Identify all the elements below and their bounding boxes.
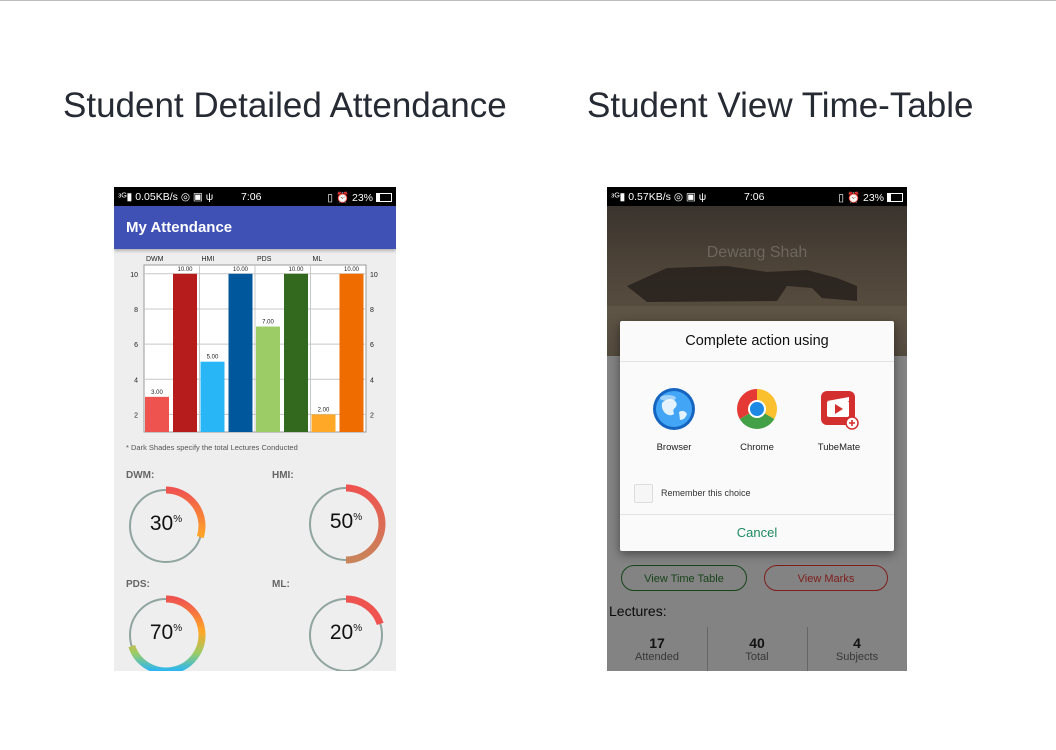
bar-value-label: 3.00 xyxy=(151,390,163,396)
donut-value-ml: 20 xyxy=(329,621,354,644)
bar-value-label: 5.00 xyxy=(207,355,219,361)
y-tick-label-right: 4 xyxy=(370,377,374,384)
bar-pds-total xyxy=(284,273,308,432)
attendance-chart-svg: 2 2 4 4 6 6 8 8 10 10 DWM 3.00 10.00 HMI 5.00 10.00 PDS 7… xyxy=(130,256,378,433)
donut-label-hmi: HMI: xyxy=(272,470,294,481)
bar-dwm-total xyxy=(173,273,197,432)
bar-value-label: 10.00 xyxy=(344,267,360,273)
chart-note: * Dark Shades specify the total Lectures… xyxy=(126,443,298,452)
alarm-icon: ▯ ⏰ xyxy=(327,192,350,204)
donut-value-pds: 70 xyxy=(149,621,174,644)
attendance-phone-screen: ᵌᴳ▮ 0.05KB/s ◎ ▣ ψ 7:06 ▯ ⏰ 23% My Atten… xyxy=(114,187,396,671)
signal-icon: ᵌᴳ▮ xyxy=(611,191,626,203)
y-tick-label-right: 10 xyxy=(370,272,378,279)
bar-hmi-attended xyxy=(200,361,225,432)
app-option-tubemate-label: TubeMate xyxy=(817,442,861,453)
alarm-icon: ▯ ⏰ xyxy=(838,192,861,204)
donut-label-dwm: DWM: xyxy=(126,470,155,481)
y-tick-label-right: 8 xyxy=(370,307,374,314)
top-divider xyxy=(0,0,1056,1)
y-tick-label-left: 8 xyxy=(134,307,138,314)
bar-value-label: 7.00 xyxy=(262,320,274,326)
donut-unit-ml: % xyxy=(353,623,363,634)
battery-level: 23% xyxy=(351,192,373,204)
y-tick-label-right: 6 xyxy=(370,342,374,349)
left-slide-title: Student Detailed Attendance xyxy=(63,86,507,125)
browser-globe-icon xyxy=(652,387,696,431)
app-option-browser-label: Browser xyxy=(656,442,692,453)
app-option-chrome-label: Chrome xyxy=(740,442,774,453)
status-bar: ᵌᴳ▮ 0.57KB/s ◎ ▣ ψ 7:06 ▯ ⏰ 23% xyxy=(607,187,907,206)
battery-icon xyxy=(376,193,392,202)
y-tick-label-left: 6 xyxy=(134,342,138,349)
dialog-title: Complete action using xyxy=(685,333,829,349)
donut-dwm: 30% xyxy=(126,486,206,566)
bar-value-label: 2.00 xyxy=(318,407,330,413)
donut-unit-dwm: % xyxy=(173,514,183,525)
bar-value-label: 10.00 xyxy=(177,267,193,273)
status-icons: ◎ ▣ ψ xyxy=(180,191,214,203)
bar-value-label: 10.00 xyxy=(233,267,249,273)
category-label: ML xyxy=(313,256,323,263)
donut-hmi: 50% xyxy=(306,484,386,564)
category-label: HMI xyxy=(202,256,215,263)
donut-pds: 70% xyxy=(126,595,206,671)
donut-value-dwm: 30 xyxy=(149,512,174,535)
remember-choice-checkbox[interactable] xyxy=(634,484,653,503)
timetable-phone-screen: ᵌᴳ▮ 0.57KB/s ◎ ▣ ψ 7:06 ▯ ⏰ 23% Dewang S… xyxy=(607,187,907,671)
donut-ml: 20% xyxy=(306,595,386,671)
bar-pds-attended xyxy=(256,326,280,432)
chrome-icon xyxy=(735,387,779,431)
network-speed: 0.57KB/s xyxy=(628,191,671,203)
dialog-divider xyxy=(620,514,894,515)
signal-icon: ᵌᴳ▮ xyxy=(118,191,133,203)
status-time: 7:06 xyxy=(744,191,765,203)
category-label: DWM xyxy=(146,256,164,263)
y-tick-label-left: 4 xyxy=(134,377,138,384)
attendance-bar-chart: 2 2 4 4 6 6 8 8 10 10 DWM 3.00 10.00 HMI 5.00 10.00 PDS 7… xyxy=(114,249,396,439)
donut-label-pds: PDS: xyxy=(126,579,150,590)
right-slide-title: Student View Time-Table xyxy=(587,86,974,125)
y-tick-label-right: 2 xyxy=(370,412,374,419)
donut-unit-hmi: % xyxy=(353,512,363,523)
bar-ml-total xyxy=(339,273,364,432)
donut-value-hmi: 50 xyxy=(329,510,354,533)
complete-action-dialog: Complete action using Browser Chrome Tub… xyxy=(620,321,894,551)
app-bar: My Attendance xyxy=(114,206,396,249)
battery-icon xyxy=(887,193,903,202)
tubemate-icon xyxy=(817,387,861,431)
bar-value-label: 10.00 xyxy=(288,267,304,273)
app-option-tubemate[interactable]: TubeMate xyxy=(799,387,879,453)
remember-choice-row[interactable]: Remember this choice xyxy=(634,484,751,503)
status-icons: ◎ ▣ ψ xyxy=(673,191,707,203)
status-bar: ᵌᴳ▮ 0.05KB/s ◎ ▣ ψ 7:06 ▯ ⏰ 23% xyxy=(114,187,396,206)
bar-ml-attended xyxy=(311,414,336,432)
bar-dwm-attended xyxy=(145,396,169,432)
app-option-browser[interactable]: Browser xyxy=(634,387,714,453)
category-label: PDS xyxy=(257,256,272,263)
status-time: 7:06 xyxy=(241,191,262,203)
y-tick-label-left: 2 xyxy=(134,412,138,419)
battery-level: 23% xyxy=(862,192,884,204)
network-speed: 0.05KB/s xyxy=(135,191,178,203)
donut-unit-pds: % xyxy=(173,623,183,634)
app-option-chrome[interactable]: Chrome xyxy=(717,387,797,453)
app-title: My Attendance xyxy=(126,219,233,236)
dialog-divider xyxy=(620,361,894,362)
donut-label-ml: ML: xyxy=(272,579,290,590)
cancel-button[interactable]: Cancel xyxy=(620,525,894,540)
bar-hmi-total xyxy=(228,273,253,432)
remember-choice-label: Remember this choice xyxy=(661,487,751,498)
y-tick-label-left: 10 xyxy=(130,272,138,279)
